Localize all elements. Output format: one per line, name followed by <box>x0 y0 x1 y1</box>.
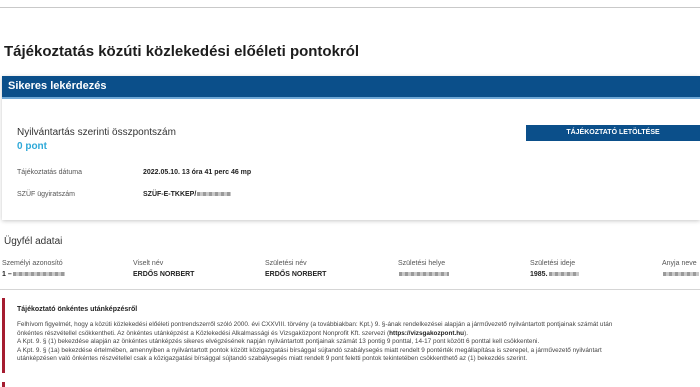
field-label: Születési helye <box>398 260 446 267</box>
info-text-span: önkéntes részvétellel csökkentheti. Az ö… <box>17 329 390 337</box>
info-paragraph: önkéntes részvétellel csökkentheti. Az ö… <box>17 330 700 339</box>
field-label: Születési ideje <box>530 260 576 267</box>
total-points-value: 0 pont <box>17 141 47 152</box>
field-value <box>662 271 699 278</box>
next-section-marker <box>2 382 5 387</box>
client-field-current-name: Viselt név ERDŐS NORBERT <box>133 260 194 278</box>
download-report-button[interactable]: TÁJÉKOZTATÓ LETÖLTÉSE <box>526 125 700 141</box>
info-title: Tájékoztató önkéntes utánképzésről <box>17 306 138 313</box>
field-value: ERDŐS NORBERT <box>265 271 327 278</box>
info-paragraph: A Kpt. 9. § (1a) bekezdése értelmében, a… <box>17 346 602 354</box>
field-label: Születési név <box>265 260 307 267</box>
field-value-text: 1985. <box>530 271 548 278</box>
client-field-birth-name: Születési név ERDŐS NORBERT <box>265 260 326 278</box>
info-paragraph: A Kpt. 9. § (1) bekezdése alapján az önk… <box>17 338 540 346</box>
redacted-mark <box>548 272 579 277</box>
field-label: Anyja neve <box>662 260 697 267</box>
info-text: Felhívom figyelmét, hogy a közúti közlek… <box>17 321 700 364</box>
retraining-info-box: Tájékoztató önkéntes utánképzésről Felhí… <box>2 298 700 373</box>
field-value <box>398 271 449 278</box>
client-data-row: Személyi azonosító 1 – Viselt név ERDŐS … <box>0 260 700 284</box>
case-number-value: SZÜF-E-TKKEP/ <box>143 191 232 198</box>
field-value-text: 1 – <box>2 271 12 278</box>
case-number-text: SZÜF-E-TKKEP/ <box>143 191 197 198</box>
result-card: Sikeres lekérdezés Nyilvántartás szerint… <box>2 76 700 220</box>
result-header: Sikeres lekérdezés <box>2 76 700 99</box>
query-date-value: 2022.05.10. 13 óra 41 perc 46 mp <box>143 169 252 176</box>
client-field-mother-name: Anyja neve <box>662 260 699 278</box>
field-value: 1985. <box>530 271 579 278</box>
case-number-label: SZÜF ügyiratszám <box>17 191 75 198</box>
vizsgakozpont-link[interactable]: https://vizsgakozpont.hu <box>389 330 464 337</box>
total-points-label: Nyilvántartás szerinti összpontszám <box>17 127 176 138</box>
client-section-title: Ügyfél adatai <box>4 236 63 247</box>
redacted-mark <box>197 192 232 197</box>
info-text-span: ). <box>464 329 468 337</box>
client-divider <box>0 289 700 290</box>
redacted-mark <box>12 272 65 277</box>
info-paragraph: utánképzésen való önkéntes részvétellel … <box>17 355 528 363</box>
redacted-mark <box>663 272 699 277</box>
query-date-label: Tájékoztatás dátuma <box>17 169 82 176</box>
field-value: ERDŐS NORBERT <box>133 271 195 278</box>
page-title: Tájékoztatás közúti közlekedési előéleti… <box>4 43 360 61</box>
client-field-personal-id: Személyi azonosító 1 – <box>2 260 65 278</box>
info-paragraph: Felhívom figyelmét, hogy a közúti közlek… <box>17 321 613 328</box>
redacted-mark <box>399 272 449 277</box>
field-label: Személyi azonosító <box>2 260 63 267</box>
top-divider <box>0 7 700 8</box>
client-field-birth-date: Születési ideje 1985. <box>530 260 579 278</box>
field-value: 1 – <box>2 271 65 278</box>
client-field-birth-place: Születési helye <box>398 260 449 278</box>
field-label: Viselt név <box>133 260 164 267</box>
